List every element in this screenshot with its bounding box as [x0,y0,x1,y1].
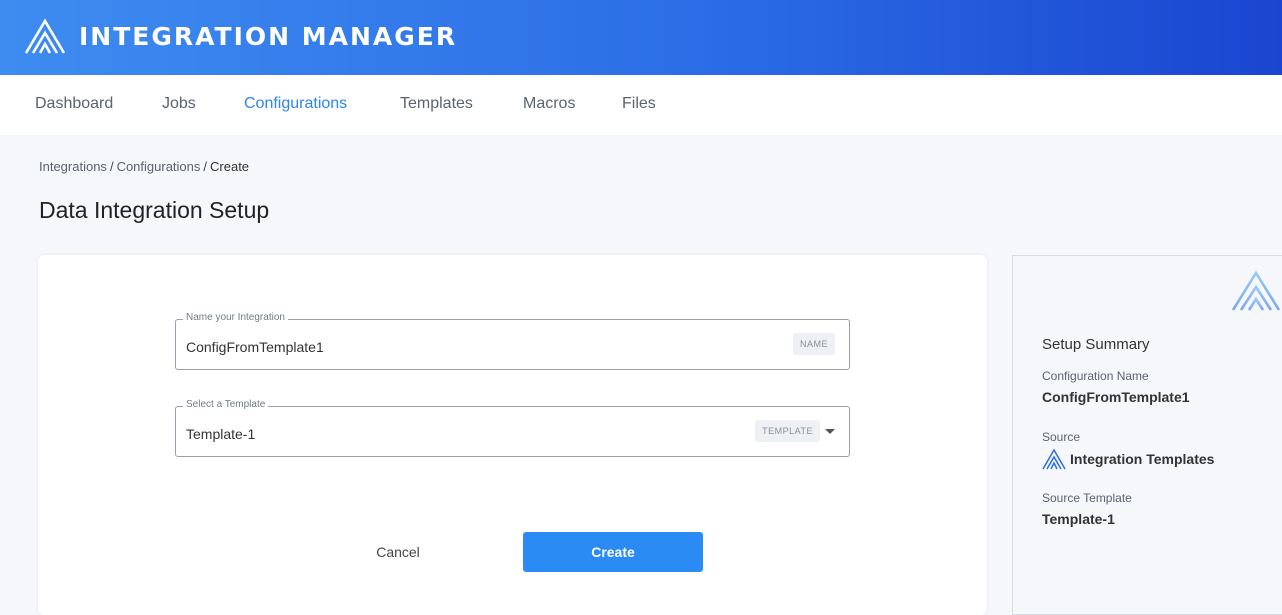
name-chip: NAME [792,333,835,355]
config-name-label: Configuration Name [1042,369,1149,383]
nav-item-dashboard[interactable]: Dashboard [35,95,113,113]
source-row: Integration Templates [1042,448,1214,470]
integration-templates-icon [1042,448,1066,470]
main-nav: Dashboard Jobs Configurations Templates … [0,75,1282,135]
peak-logo-icon [1231,270,1281,311]
template-chip: TEMPLATE [755,420,820,442]
template-select-field[interactable]: Select a Template Template-1 TEMPLATE [175,399,850,457]
breadcrumb-separator: / [203,159,208,174]
breadcrumb-link-integrations[interactable]: Integrations [39,159,107,174]
template-select-label: Select a Template [183,399,269,410]
integration-name-field[interactable]: Name your Integration ConfigFromTemplate… [175,312,850,370]
source-template-label: Source Template [1042,491,1132,505]
summary-title: Setup Summary [1042,336,1150,353]
breadcrumb: Integrations / Configurations / Create [39,159,249,174]
nav-item-files[interactable]: Files [622,95,656,113]
integration-name-input[interactable]: ConfigFromTemplate1 [186,339,324,355]
setup-form-card: Name your Integration ConfigFromTemplate… [38,255,987,615]
breadcrumb-link-configurations[interactable]: Configurations [117,159,201,174]
nav-item-macros[interactable]: Macros [523,95,575,113]
integration-name-label: Name your Integration [183,312,288,323]
nav-item-templates[interactable]: Templates [400,95,473,113]
nav-item-jobs[interactable]: Jobs [162,95,196,113]
source-label: Source [1042,430,1081,444]
peak-logo-icon[interactable] [24,17,66,55]
page-title: Data Integration Setup [39,197,270,223]
app-title: INTEGRATION MANAGER [79,22,458,51]
cancel-button[interactable]: Cancel [338,532,458,572]
nav-item-configurations[interactable]: Configurations [244,95,347,113]
source-value: Integration Templates [1070,451,1215,467]
source-template-value: Template-1 [1042,511,1115,527]
create-button[interactable]: Create [523,532,703,572]
app-header: INTEGRATION MANAGER [0,0,1282,75]
breadcrumb-separator: / [109,159,114,174]
chevron-down-icon[interactable] [825,429,835,434]
setup-summary-panel: Setup Summary Configuration Name ConfigF… [1012,255,1282,615]
template-select-value[interactable]: Template-1 [186,426,255,442]
breadcrumb-current: Create [210,159,250,174]
config-name-value: ConfigFromTemplate1 [1042,389,1190,405]
